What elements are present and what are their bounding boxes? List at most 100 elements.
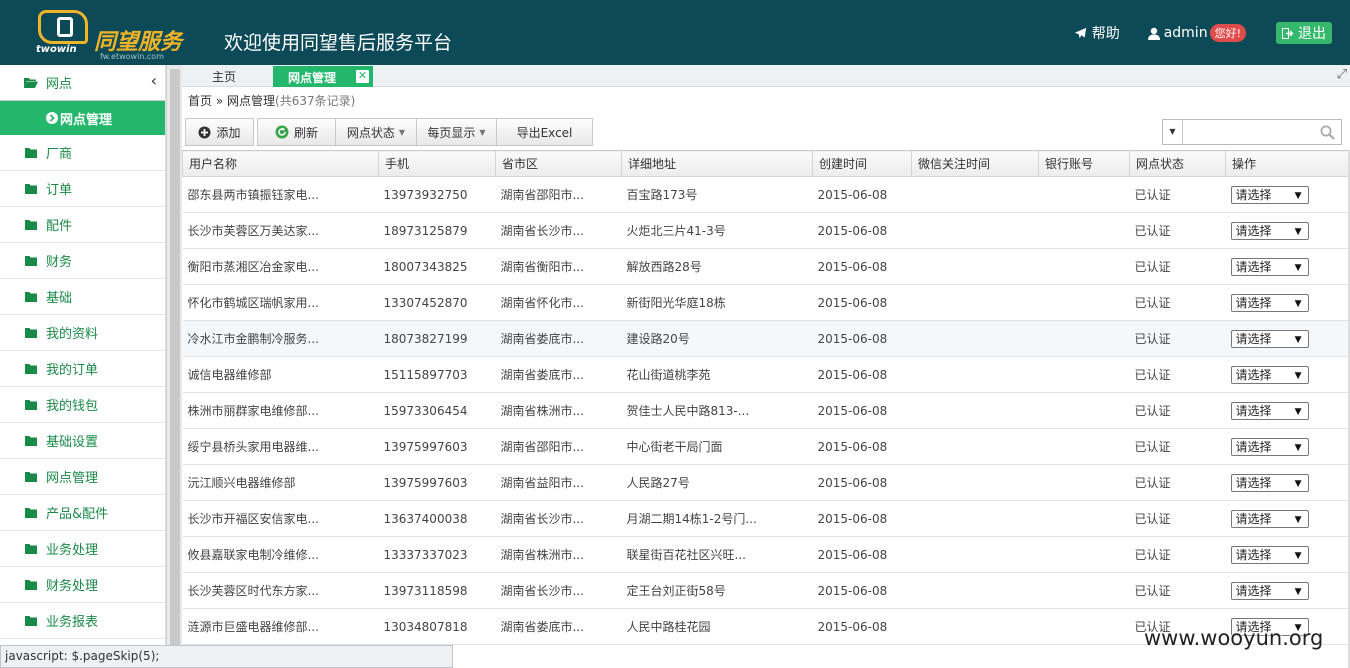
table-row[interactable]: 株洲市丽群家电维修部... 15973306454 湖南省株洲市... 贺佳士人民中路… <box>182 392 1349 429</box>
status-label: 网点状态 <box>346 125 395 140</box>
breadcrumb-home[interactable]: 首页 <box>188 94 212 108</box>
sidebar-group-outlets[interactable]: 网点 ‹ <box>0 65 165 101</box>
table-cell: 13034807818 <box>378 608 496 645</box>
action-select[interactable]: 请选择 <box>1230 329 1309 348</box>
action-cell: 请选择 <box>1225 392 1349 429</box>
fullscreen-icon[interactable]: ⤢ <box>1337 67 1347 82</box>
column-header[interactable]: 微信关注时间 <box>911 150 1039 177</box>
breadcrumb: 首页 » 网点管理(共637条记录) <box>188 92 355 109</box>
user-icon <box>1147 27 1160 40</box>
folder-icon <box>25 579 37 590</box>
sidebar-scrollbar[interactable] <box>166 65 182 668</box>
tab-home[interactable]: 主页 <box>212 68 236 85</box>
table-cell: 已认证 <box>1129 212 1226 249</box>
brand-logo[interactable]: 同望服务 twowin fw.etwowin.com <box>30 6 190 62</box>
sidebar-item[interactable]: 我的订单 <box>0 351 165 387</box>
action-select[interactable]: 请选择 <box>1230 437 1309 456</box>
sidebar-item[interactable]: 财务 <box>0 243 165 279</box>
action-select[interactable]: 请选择 <box>1230 257 1309 276</box>
sidebar-item-label: 产品&配件 <box>46 507 109 522</box>
table-cell: 2015-06-08 <box>812 500 912 537</box>
table-cell: 月湖二期14栋1-2号门... <box>621 500 813 537</box>
action-select[interactable]: 请选择 <box>1230 365 1309 384</box>
sidebar-item-label: 我的钱包 <box>46 399 99 414</box>
search-icon[interactable] <box>1320 125 1335 140</box>
action-cell: 请选择 <box>1225 284 1349 321</box>
table-row[interactable]: 诚信电器维修部 15115897703 湖南省娄底市... 花山街道桃李苑 2015-0… <box>182 356 1349 393</box>
scroll-thumb[interactable] <box>170 69 180 657</box>
sidebar-item[interactable]: 我的钱包 <box>0 387 165 423</box>
sidebar-item[interactable]: 网点管理 <box>0 459 165 495</box>
search-box[interactable]: ▼ <box>1162 119 1342 145</box>
action-cell: 请选择 <box>1225 464 1349 501</box>
table-row[interactable]: 长沙芙蓉区时代东方家... 13973118598 湖南省长沙市... 定王台刘正街5… <box>182 572 1349 609</box>
table-cell: 定王台刘正街58号 <box>621 572 813 609</box>
sidebar-item-label: 我的资料 <box>46 327 99 342</box>
table-row[interactable]: 长沙市开福区安信家电... 13637400038 湖南省长沙市... 月湖二期14栋… <box>182 500 1349 537</box>
column-header[interactable]: 手机 <box>378 150 496 177</box>
caret-down-icon: ▼ <box>398 127 406 137</box>
table-row[interactable]: 衡阳市蒸湘区冶金家电... 18007343825 湖南省衡阳市... 解放西路28号… <box>182 248 1349 285</box>
action-select[interactable]: 请选择 <box>1230 221 1309 240</box>
column-header[interactable]: 用户名称 <box>182 150 379 177</box>
collapse-sidebar-icon[interactable]: ‹ <box>151 71 157 90</box>
action-select[interactable]: 请选择 <box>1230 509 1309 528</box>
table-row[interactable]: 邵东县两市镇振钰家电... 13973932750 湖南省邵阳市... 百宝路173号… <box>182 176 1349 213</box>
action-select[interactable]: 请选择 <box>1230 473 1309 492</box>
table-row[interactable]: 绥宁县桥头家用电器维... 13975997603 湖南省邵阳市... 中心街老干局门… <box>182 428 1349 465</box>
table-cell: 湖南省邵阳市... <box>495 428 622 465</box>
column-header[interactable]: 创建时间 <box>812 150 912 177</box>
column-header[interactable]: 银行账号 <box>1038 150 1130 177</box>
table-row[interactable]: 怀化市鹤城区瑞帆家用... 13307452870 湖南省怀化市... 新街阳光华庭1… <box>182 284 1349 321</box>
sidebar-item[interactable]: 配件 <box>0 207 165 243</box>
close-tab-icon[interactable]: ✕ <box>356 70 369 83</box>
folder-icon <box>25 183 37 194</box>
action-select[interactable]: 请选择 <box>1230 293 1309 312</box>
circle-arrow-icon <box>46 112 58 124</box>
outlet-status-dropdown[interactable]: 网点状态 ▼ <box>335 118 417 146</box>
action-select[interactable]: 请选择 <box>1230 545 1309 564</box>
sidebar-item[interactable]: 财务处理 <box>0 567 165 603</box>
sidebar-item[interactable]: 产品&配件 <box>0 495 165 531</box>
action-select[interactable]: 请选择 <box>1230 401 1309 420</box>
sidebar-item[interactable]: 基础设置 <box>0 423 165 459</box>
sidebar-item[interactable]: 我的资料 <box>0 315 165 351</box>
sidebar-item-label: 基础设置 <box>46 435 99 450</box>
table-cell <box>911 428 1039 465</box>
table-cell: 沅江顺兴电器维修部 <box>182 464 379 501</box>
table-row[interactable]: 攸县嘉联家电制冷维修... 13337337023 湖南省株洲市... 联星街百花社区… <box>182 536 1349 573</box>
column-header[interactable]: 网点状态 <box>1129 150 1226 177</box>
table-cell <box>911 392 1039 429</box>
sidebar-item[interactable]: 基础 <box>0 279 165 315</box>
sidebar-item[interactable]: 业务处理 <box>0 531 165 567</box>
user-menu[interactable]: admin 您好! <box>1147 24 1246 42</box>
sidebar-item-outlet-manage-active[interactable]: 网点管理 <box>0 101 165 135</box>
refresh-button[interactable]: 刷新 <box>257 118 336 146</box>
column-header[interactable]: 详细地址 <box>621 150 813 177</box>
table-row[interactable]: 冷水江市金鹏制冷服务... 18073827199 湖南省娄底市... 建设路20号 2… <box>182 320 1349 357</box>
sidebar-item[interactable]: 业务报表 <box>0 603 165 639</box>
help-link[interactable]: 帮助 <box>1074 23 1120 43</box>
logo-sub: twowin <box>36 44 77 55</box>
table-row[interactable]: 沅江顺兴电器维修部 13975997603 湖南省益阳市... 人民路27号 2015-… <box>182 464 1349 501</box>
sidebar-item[interactable]: 厂商 <box>0 135 165 171</box>
action-select[interactable]: 请选择 <box>1230 185 1309 204</box>
per-page-dropdown[interactable]: 每页显示 ▼ <box>416 118 497 146</box>
add-button[interactable]: 添加 <box>185 118 254 146</box>
column-header[interactable]: 操作 <box>1225 150 1349 177</box>
tab-outlet-manage[interactable]: 网点管理 ✕ <box>273 66 373 87</box>
search-scope-dropdown[interactable]: ▼ <box>1163 120 1183 144</box>
table-cell <box>1038 428 1130 465</box>
table-cell <box>1038 572 1130 609</box>
action-select[interactable]: 请选择 <box>1230 581 1309 600</box>
export-excel-button[interactable]: 导出Excel <box>496 118 593 146</box>
table-cell: 邵东县两市镇振钰家电... <box>182 176 379 213</box>
table-cell: 长沙市芙蓉区万美达家... <box>182 212 379 249</box>
sidebar-item[interactable]: 订单 <box>0 171 165 207</box>
logout-button[interactable]: 退出 <box>1276 22 1332 44</box>
table-row[interactable]: 长沙市芙蓉区万美达家... 18973125879 湖南省长沙市... 火炬北三片41… <box>182 212 1349 249</box>
action-cell: 请选择 <box>1225 248 1349 285</box>
export-label: 导出Excel <box>516 125 573 140</box>
column-header[interactable]: 省市区 <box>495 150 622 177</box>
table-cell: 攸县嘉联家电制冷维修... <box>182 536 379 573</box>
